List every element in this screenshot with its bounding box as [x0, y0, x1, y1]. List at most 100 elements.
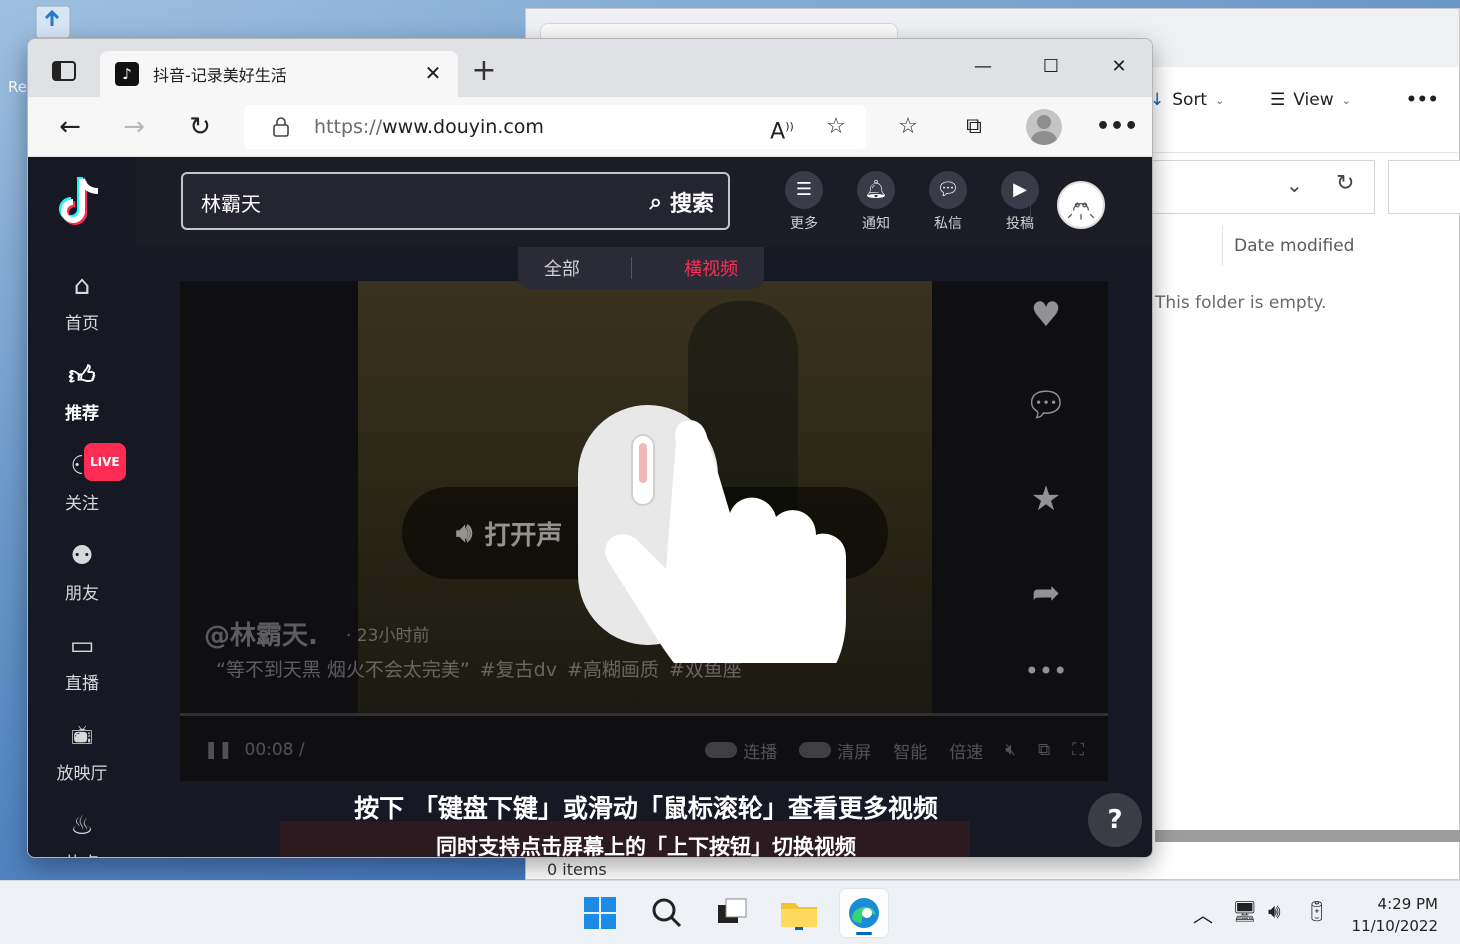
address-bar[interactable]: https://www.douyin.com A)) ☆	[244, 105, 866, 149]
sidebar-item-home[interactable]: ⌂ 首页	[28, 269, 136, 334]
like-heart-icon[interactable]: ♥	[1014, 295, 1078, 335]
network-icon[interactable]: 🖥︎	[1232, 899, 1257, 923]
video-upload-icon: ▶	[1001, 171, 1039, 209]
speaker-icon: 🔊︎	[456, 517, 473, 548]
hashtag[interactable]: #复古dv	[480, 659, 557, 681]
tab-actions-icon[interactable]	[44, 53, 82, 87]
douyin-favicon-icon: ♪	[115, 62, 139, 86]
close-tab-icon[interactable]: ✕	[420, 60, 446, 86]
search-button-label: 搜索	[669, 192, 714, 217]
friends-icon: ⚉	[70, 541, 94, 571]
browser-toolbar: ← → ↻ https://www.douyin.com A)) ☆ ☆ ⧉ •…	[28, 97, 1152, 157]
message-button[interactable]: 💬︎ 私信	[918, 171, 978, 233]
upload-button[interactable]: ▶ 投稿	[990, 171, 1050, 233]
file-explorer-icon[interactable]	[775, 889, 823, 937]
search-icon[interactable]	[643, 889, 691, 937]
explorer-more-button[interactable]: •••	[1406, 90, 1439, 110]
minimize-button[interactable]: —	[960, 47, 1006, 87]
sidebar-item-label: 首页	[65, 314, 99, 334]
maximize-button[interactable]: ☐	[1028, 47, 1074, 87]
pause-icon[interactable]: ❚❚	[204, 740, 233, 760]
desktop-icon-label: Re	[8, 78, 27, 96]
message-label: 私信	[934, 216, 962, 232]
sidebar-item-recommend[interactable]: 👍︎ 推荐	[28, 359, 136, 424]
add-user-icon: ⚇ LIVE	[28, 441, 136, 483]
live-badge: LIVE	[82, 441, 128, 483]
url-text[interactable]: https://www.douyin.com	[314, 116, 544, 138]
start-windows-icon[interactable]	[576, 889, 624, 937]
chevron-down-icon[interactable]: ⌄	[1286, 173, 1303, 197]
tab-divider	[631, 257, 633, 279]
add-favorite-icon[interactable]: ☆	[820, 111, 852, 143]
sidebar-item-live[interactable]: ▭ 直播	[28, 629, 136, 694]
picture-in-picture-icon[interactable]: ⧉	[1038, 740, 1050, 760]
recycle-bin-icon[interactable]	[28, 2, 78, 38]
favorites-icon[interactable]: ☆	[892, 111, 924, 143]
search-box[interactable]: ⌕ 搜索	[181, 172, 730, 230]
douyin-sidebar: ⌂ 首页 👍︎ 推荐 ⚇ LIVE 关注 ⚉ 朋友 ▭ 直播	[28, 157, 136, 857]
sidebar-item-cinema[interactable]: 📺︎ 放映厅	[28, 719, 136, 784]
back-button[interactable]: ←	[50, 109, 90, 145]
lock-icon[interactable]	[272, 117, 290, 137]
search-icon: ⌕	[649, 189, 662, 215]
user-avatar[interactable]	[1057, 181, 1105, 229]
view-button[interactable]: ☰ View ⌄	[1270, 90, 1351, 110]
sidebar-item-label: 推荐	[65, 404, 99, 424]
new-tab-button[interactable]: +	[464, 53, 504, 93]
search-button[interactable]: ⌕ 搜索	[650, 186, 714, 218]
tab-landscape[interactable]: 横视频	[684, 255, 738, 281]
more-button[interactable]: ☰ 更多	[774, 171, 834, 233]
edge-icon	[849, 898, 879, 928]
clock[interactable]: 4:29 PM 11/10/2022	[1350, 893, 1438, 937]
browser-tab-douyin[interactable]: ♪ 抖音-记录美好生活 ✕	[100, 51, 458, 97]
autoplay-toggle[interactable]: 连播	[705, 738, 777, 763]
notification-button[interactable]: 🔔︎ 通知	[846, 171, 906, 233]
read-aloud-icon[interactable]: A))	[766, 111, 798, 144]
home-icon: ⌂	[73, 271, 91, 301]
tab-all[interactable]: 全部	[544, 255, 580, 281]
video-author[interactable]: @林霸天.	[204, 615, 318, 652]
message-icon: 💬︎	[929, 171, 967, 209]
show-hidden-icons[interactable]: ︿	[1193, 899, 1213, 928]
speed-button[interactable]: 倍速	[949, 738, 983, 763]
douyin-logo-icon[interactable]	[56, 175, 108, 231]
favorite-star-icon[interactable]: ★	[1014, 479, 1078, 519]
sidebar-item-friends[interactable]: ⚉ 朋友	[28, 539, 136, 604]
collections-icon[interactable]: ⧉	[958, 111, 990, 143]
forward-button[interactable]: →	[114, 109, 154, 145]
profile-avatar[interactable]	[1026, 109, 1062, 145]
thumbs-up-icon: 👍︎	[68, 361, 96, 391]
header-divider	[1030, 183, 1031, 223]
battery-icon[interactable]: 🔋︎	[1304, 899, 1329, 923]
volume-mute-icon[interactable]: 🔇︎	[1005, 740, 1016, 760]
column-header-date-modified[interactable]: Date modified	[1234, 236, 1354, 256]
close-window-button[interactable]: ✕	[1096, 47, 1142, 87]
tab-strip: ♪ 抖音-记录美好生活 ✕ + — ☐ ✕	[28, 39, 1152, 97]
help-button[interactable]: ?	[1088, 793, 1142, 847]
refresh-button[interactable]: ↻	[180, 109, 220, 145]
settings-more-icon[interactable]: •••	[1096, 111, 1138, 143]
video-progress-bar[interactable]	[180, 713, 1108, 716]
fullscreen-icon[interactable]: ⛶	[1072, 740, 1084, 760]
refresh-icon[interactable]: ↻	[1336, 171, 1354, 196]
douyin-header: ⌕ 搜索 ☰ 更多 🔔︎ 通知 💬︎ 私信 ▶ 投稿	[136, 157, 1152, 247]
task-view-icon[interactable]	[708, 889, 756, 937]
tv-icon: 📺︎	[70, 725, 94, 746]
share-icon[interactable]: ➦	[1014, 573, 1078, 613]
horizontal-scrollbar[interactable]	[1155, 830, 1460, 842]
sort-button[interactable]: ↓ Sort ⌄	[1150, 90, 1224, 110]
video-controls: ❚❚ 00:08 / 连播 清屏 智能 倍速 🔇︎ ⧉ ⛶	[204, 735, 1084, 765]
comment-icon[interactable]: 💬︎	[1014, 385, 1078, 425]
search-input[interactable]	[201, 188, 601, 216]
quality-button[interactable]: 智能	[893, 738, 927, 763]
douyin-page: ⌂ 首页 👍︎ 推荐 ⚇ LIVE 关注 ⚉ 朋友 ▭ 直播	[28, 157, 1152, 857]
tab-title: 抖音-记录美好生活	[153, 66, 287, 85]
sidebar-item-follow[interactable]: ⚇ LIVE 关注	[28, 441, 136, 514]
volume-icon[interactable]: 🔊︎	[1268, 899, 1281, 923]
edge-taskbar-button[interactable]	[840, 889, 888, 937]
explorer-search-box[interactable]	[1388, 160, 1460, 214]
feed-tabs: 全部 横视频	[518, 247, 764, 289]
clear-screen-toggle[interactable]: 清屏	[799, 738, 871, 763]
mouse-scroll-guide-icon	[578, 405, 846, 663]
more-options-icon[interactable]: •••	[1014, 657, 1078, 685]
